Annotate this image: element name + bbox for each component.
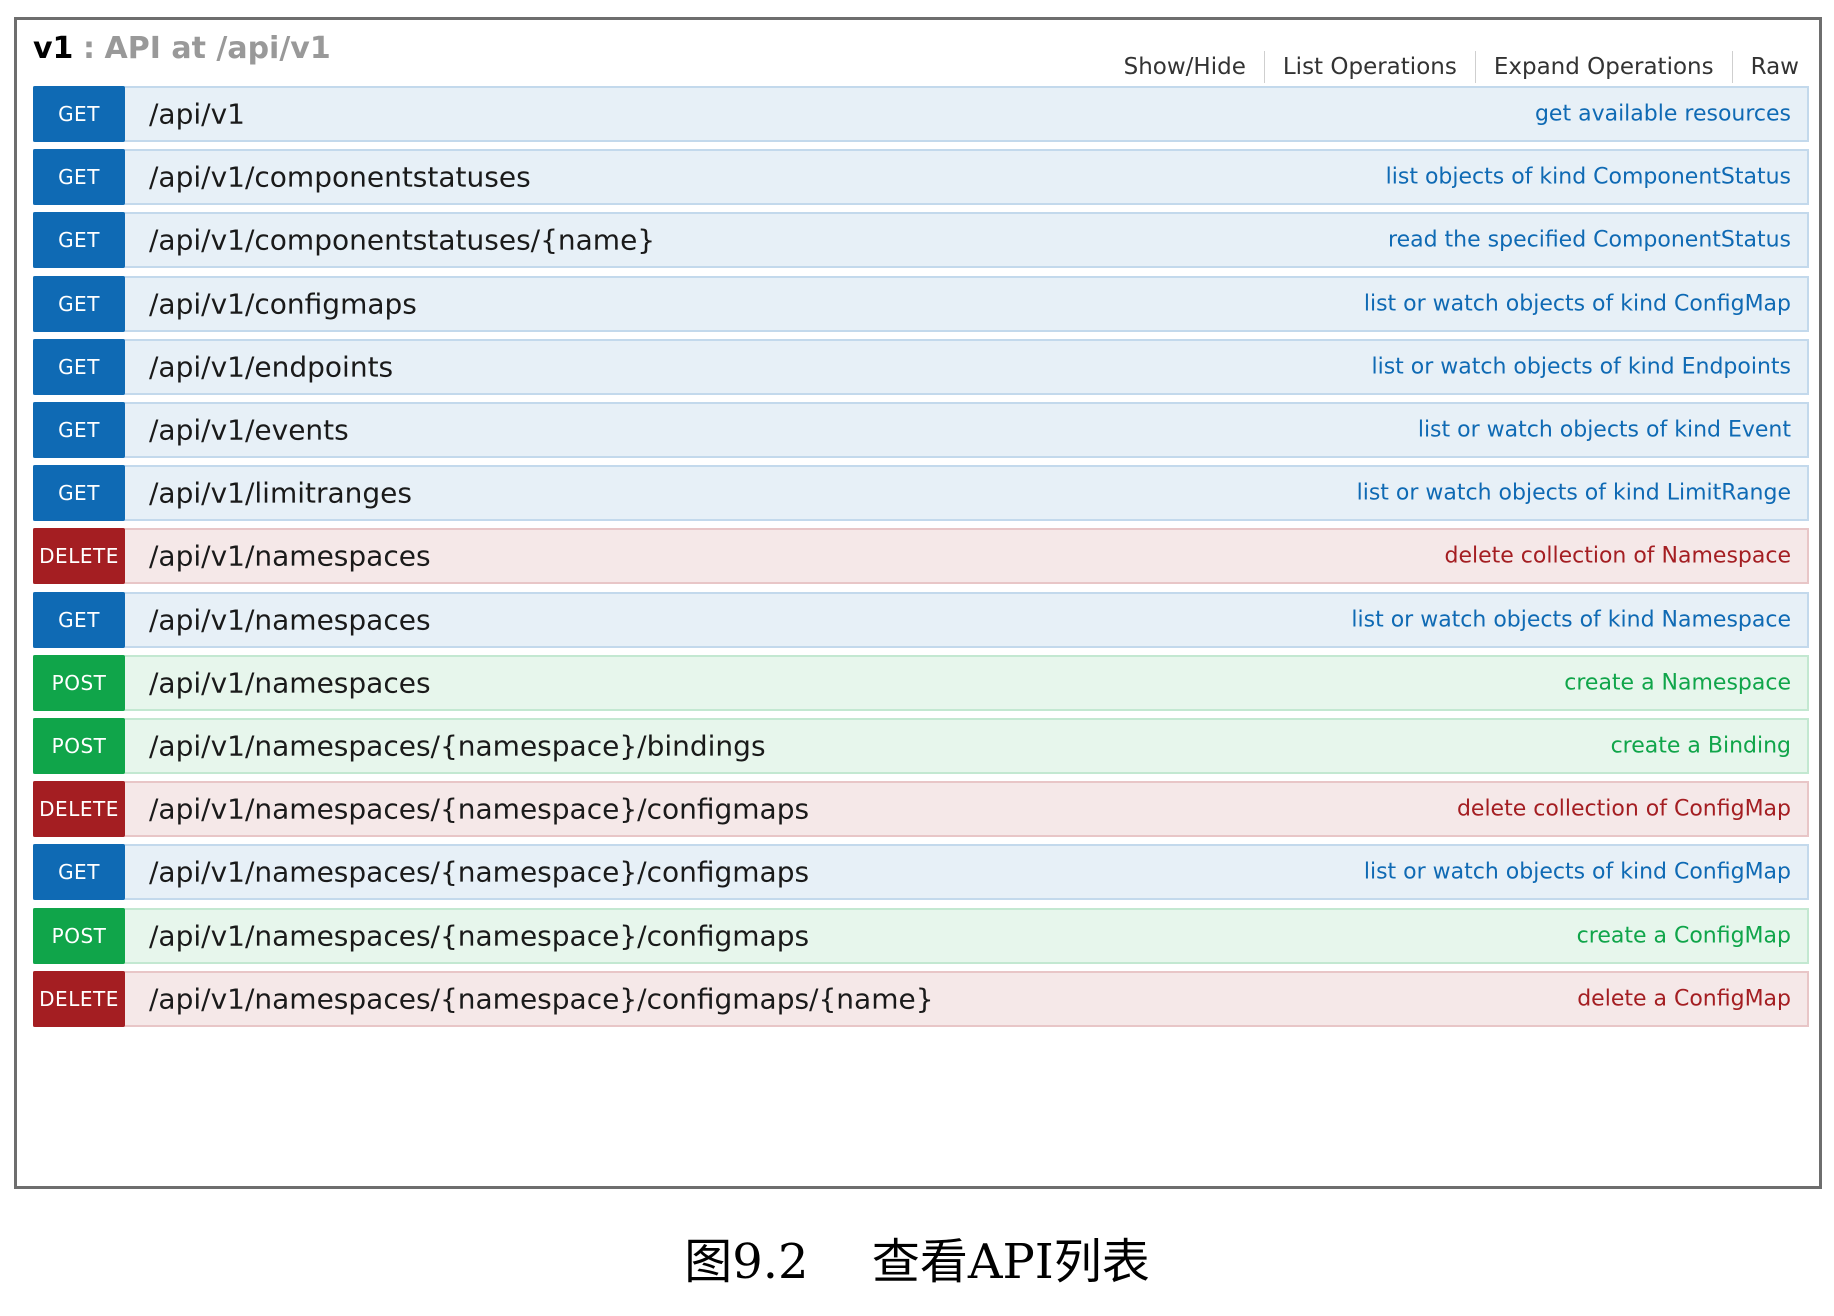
operation-path[interactable]: /api/v1/namespaces: [149, 604, 431, 637]
operation-path[interactable]: /api/v1/namespaces/{namespace}/configmap…: [149, 793, 809, 826]
expand-operations-link[interactable]: Expand Operations: [1476, 54, 1732, 80]
method-badge-delete[interactable]: DELETE: [33, 781, 125, 837]
api-description: API at /api/v1: [104, 31, 331, 66]
operation-path[interactable]: /api/v1/namespaces/{namespace}/configmap…: [149, 856, 809, 889]
raw-link[interactable]: Raw: [1733, 54, 1803, 80]
operation-row[interactable]: DELETE/api/v1/namespaces/{namespace}/con…: [33, 971, 1809, 1027]
operation-path[interactable]: /api/v1/limitranges: [149, 477, 412, 510]
method-badge-get[interactable]: GET: [33, 592, 125, 648]
api-title[interactable]: v1 : API at /api/v1: [33, 31, 331, 66]
operation-row[interactable]: POST/api/v1/namespaces/{namespace}/confi…: [33, 908, 1809, 964]
operation-path[interactable]: /api/v1/namespaces/{namespace}/configmap…: [149, 983, 934, 1016]
operation-path[interactable]: /api/v1/events: [149, 414, 349, 447]
operation-path[interactable]: /api/v1/componentstatuses: [149, 161, 531, 194]
operation-summary[interactable]: create a ConfigMap: [1577, 924, 1791, 949]
method-badge-get[interactable]: GET: [33, 86, 125, 142]
operation-row[interactable]: GET/api/v1/limitranges list or watch obje…: [33, 465, 1809, 521]
method-badge-get[interactable]: GET: [33, 339, 125, 395]
operation-row[interactable]: GET/api/v1/namespaces/{namespace}/config…: [33, 844, 1809, 900]
method-badge-get[interactable]: GET: [33, 149, 125, 205]
operation-row[interactable]: GET/api/v1/componentstatuses list objects…: [33, 149, 1809, 205]
header-actions: Show/Hide List Operations Expand Operati…: [1106, 51, 1803, 83]
operation-path[interactable]: /api/v1/namespaces/{namespace}/configmap…: [149, 920, 809, 953]
method-badge-get[interactable]: GET: [33, 402, 125, 458]
operation-summary[interactable]: list or watch objects of kind Namespace: [1351, 608, 1791, 633]
method-badge-get[interactable]: GET: [33, 465, 125, 521]
operation-path[interactable]: /api/v1/namespaces/{namespace}/bindings: [149, 730, 766, 763]
operation-row[interactable]: DELETE/api/v1/namespaces/{namespace}/con…: [33, 781, 1809, 837]
operation-row[interactable]: GET/api/v1/componentstatuses/{name} read …: [33, 212, 1809, 268]
operation-row[interactable]: GET/api/v1/endpoints list or watch object…: [33, 339, 1809, 395]
operation-summary[interactable]: delete collection of Namespace: [1445, 544, 1792, 569]
method-badge-get[interactable]: GET: [33, 212, 125, 268]
api-version: v1: [33, 31, 74, 66]
method-badge-post[interactable]: POST: [33, 718, 125, 774]
api-panel: v1 : API at /api/v1 Show/Hide List Opera…: [14, 17, 1822, 1189]
operation-row[interactable]: GET/api/v1/configmaps list or watch objec…: [33, 276, 1809, 332]
operation-path[interactable]: /api/v1/namespaces: [149, 540, 431, 573]
figure-caption: 图9.2 查看API列表: [684, 1234, 1150, 1290]
operation-path[interactable]: /api/v1/componentstatuses/{name}: [149, 224, 655, 257]
operation-row[interactable]: GET/api/v1/events list or watch objects o…: [33, 402, 1809, 458]
operation-summary[interactable]: get available resources: [1535, 102, 1791, 127]
operation-row[interactable]: DELETE/api/v1/namespaces delete collectio…: [33, 528, 1809, 584]
operation-summary[interactable]: create a Namespace: [1564, 671, 1791, 696]
list-operations-link[interactable]: List Operations: [1265, 54, 1475, 80]
show-hide-link[interactable]: Show/Hide: [1106, 54, 1264, 80]
operation-summary[interactable]: list or watch objects of kind ConfigMap: [1364, 860, 1791, 885]
operation-row[interactable]: GET/api/v1/namespaces list or watch objec…: [33, 592, 1809, 648]
api-header: v1 : API at /api/v1 Show/Hide List Opera…: [33, 25, 1803, 93]
method-badge-get[interactable]: GET: [33, 276, 125, 332]
operation-summary[interactable]: create a Binding: [1611, 734, 1791, 759]
operation-path[interactable]: /api/v1: [149, 98, 245, 131]
method-badge-delete[interactable]: DELETE: [33, 971, 125, 1027]
operation-summary[interactable]: list or watch objects of kind ConfigMap: [1364, 292, 1791, 317]
operation-summary[interactable]: list or watch objects of kind Event: [1418, 418, 1791, 443]
operation-path[interactable]: /api/v1/configmaps: [149, 288, 417, 321]
operation-row[interactable]: POST/api/v1/namespaces/{namespace}/bindi…: [33, 718, 1809, 774]
api-title-separator: :: [82, 31, 95, 66]
method-badge-get[interactable]: GET: [33, 844, 125, 900]
method-badge-delete[interactable]: DELETE: [33, 528, 125, 584]
operation-summary[interactable]: list or watch objects of kind LimitRange: [1357, 481, 1791, 506]
method-badge-post[interactable]: POST: [33, 655, 125, 711]
operation-summary[interactable]: delete collection of ConfigMap: [1457, 797, 1791, 822]
operation-summary[interactable]: delete a ConfigMap: [1577, 987, 1791, 1012]
operation-summary[interactable]: list objects of kind ComponentStatus: [1386, 165, 1791, 190]
method-badge-post[interactable]: POST: [33, 908, 125, 964]
operation-path[interactable]: /api/v1/endpoints: [149, 351, 393, 384]
operation-summary[interactable]: list or watch objects of kind Endpoints: [1371, 355, 1791, 380]
operation-row[interactable]: POST/api/v1/namespaces create a Namespace: [33, 655, 1809, 711]
operation-summary[interactable]: read the specified ComponentStatus: [1388, 228, 1791, 253]
operation-row[interactable]: GET/api/v1 get available resources: [33, 86, 1809, 142]
operation-path[interactable]: /api/v1/namespaces: [149, 667, 431, 700]
